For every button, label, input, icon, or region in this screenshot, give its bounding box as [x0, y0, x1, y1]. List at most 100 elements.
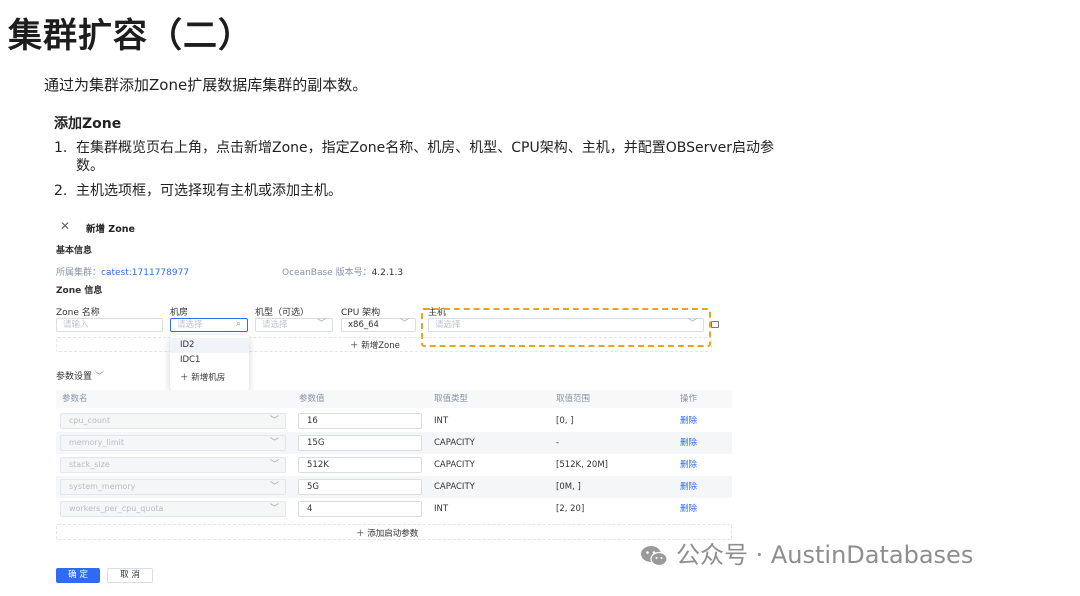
cluster-label: 所属集群：: [56, 268, 102, 278]
cpu-select[interactable]: x86_64 ﹀: [341, 318, 416, 332]
cpu-value: x86_64: [348, 320, 379, 330]
chevron-down-icon: ﹀: [269, 438, 279, 448]
param-name-select[interactable]: workers_per_cpu_quota ﹀: [60, 501, 286, 517]
step-text: 在集群概览页右上角，点击新增Zone，指定Zone名称、机房、机型、CPU架构、…: [76, 140, 775, 156]
basic-info-heading: 基本信息: [56, 246, 93, 256]
param-name: workers_per_cpu_quota: [69, 504, 164, 513]
param-range: [0M, ]: [556, 482, 581, 492]
watermark: 公众号 · AustinDatabases: [640, 535, 973, 570]
table-row: cpu_count ﹀ 16 INT [0, ] 删除: [56, 410, 732, 432]
param-value-input[interactable]: 5G: [298, 479, 422, 495]
cancel-button[interactable]: 取 消: [107, 568, 153, 583]
step-text: 主机选项框，可选择现有主机或添加主机。: [76, 183, 342, 199]
header-param-value: 参数值: [299, 394, 325, 404]
zone-name-input[interactable]: 请输入: [56, 318, 163, 332]
version-value: 4.2.1.3: [371, 268, 404, 278]
chevron-down-icon: ﹀: [269, 460, 279, 470]
confirm-button[interactable]: 确 定: [56, 568, 100, 583]
param-name-select[interactable]: system_memory ﹀: [60, 479, 286, 495]
param-name-select[interactable]: cpu_count ﹀: [60, 413, 286, 429]
intro-text: 通过为集群添加Zone扩展数据库集群的副本数。: [44, 76, 368, 94]
param-range: [2, 20]: [556, 504, 585, 514]
param-settings-toggle[interactable]: 参数设置 ﹀: [56, 369, 104, 382]
step-number: 2.: [54, 183, 68, 199]
chevron-down-icon: ﹀: [269, 416, 279, 426]
model-placeholder: 请选择: [262, 320, 288, 330]
copy-icon[interactable]: [711, 321, 719, 328]
header-action: 操作: [680, 394, 698, 404]
param-type: CAPACITY: [434, 460, 475, 470]
add-param-label: 添加启动参数: [367, 529, 419, 539]
model-label: 机型（可选）: [255, 308, 310, 318]
param-range: -: [556, 438, 560, 448]
search-icon: ⌕: [235, 319, 241, 329]
watermark-text: 公众号 · AustinDatabases: [676, 541, 974, 569]
delete-link[interactable]: 删除: [680, 410, 697, 432]
param-type: INT: [434, 504, 449, 514]
add-param-label-wrap: ＋ 添加启动参数: [356, 527, 418, 539]
delete-link[interactable]: 删除: [680, 432, 697, 454]
param-value-input[interactable]: 4: [298, 501, 422, 517]
plus-icon: ＋: [180, 373, 189, 383]
delete-link[interactable]: 删除: [680, 476, 697, 498]
add-zone-label: 新增Zone: [361, 341, 400, 351]
zone-name-label: Zone 名称: [56, 308, 100, 318]
header-value-range: 取值范围: [556, 394, 591, 404]
chevron-down-icon: ﹀: [269, 504, 279, 514]
param-name-select[interactable]: memory_limit ﹀: [60, 435, 286, 451]
param-settings-label: 参数设置: [56, 372, 93, 382]
table-row: workers_per_cpu_quota ﹀ 4 INT [2, 20] 删除: [56, 498, 732, 520]
close-icon[interactable]: ✕: [60, 219, 70, 233]
param-name: system_memory: [69, 482, 136, 491]
dialog-title: 新增 Zone: [86, 224, 135, 235]
param-name: cpu_count: [69, 416, 111, 425]
table-row: memory_limit ﹀ 15G CAPACITY - 删除: [56, 432, 732, 454]
idc-dropdown: ID2 IDC1 ＋ 新增机房: [170, 335, 249, 390]
add-idc-button[interactable]: ＋ 新增机房: [170, 371, 249, 386]
param-value-input[interactable]: 512K: [298, 457, 422, 473]
param-type: CAPACITY: [434, 438, 475, 448]
cluster-link[interactable]: catest:1711778977: [101, 268, 189, 278]
table-row: stack_size ﹀ 512K CAPACITY [512K, 20M] 删除: [56, 454, 732, 476]
section-heading: 添加Zone: [54, 116, 122, 132]
idc-label: 机房: [170, 308, 189, 318]
idc-select[interactable]: 请选择 ⌕: [170, 318, 248, 332]
idc-option[interactable]: ID2: [170, 338, 249, 353]
param-value-input[interactable]: 16: [298, 413, 422, 429]
header-param-name: 参数名: [62, 394, 88, 404]
version-info: OceanBase 版本号：4.2.1.3: [282, 265, 403, 278]
idc-option[interactable]: IDC1: [170, 353, 249, 368]
header-value-type: 取值类型: [434, 394, 469, 404]
cluster-info: 所属集群：catest:1711778977: [56, 265, 189, 278]
param-type: CAPACITY: [434, 482, 475, 492]
param-value-input[interactable]: 15G: [298, 435, 422, 451]
wechat-icon: [641, 546, 668, 567]
step-number: 1.: [54, 140, 68, 156]
chevron-down-icon: ﹀: [94, 372, 104, 382]
chevron-down-icon: ﹀: [399, 319, 409, 329]
param-table-header: 参数名 参数值 取值类型 取值范围 操作: [56, 390, 732, 408]
table-row: system_memory ﹀ 5G CAPACITY [0M, ] 删除: [56, 476, 732, 498]
plus-icon: ＋: [350, 341, 359, 351]
param-range: [0, ]: [556, 416, 574, 426]
step-2: 2. 主机选项框，可选择现有主机或添加主机。: [54, 180, 342, 200]
version-label: OceanBase 版本号：: [282, 268, 372, 278]
param-range: [512K, 20M]: [556, 460, 608, 470]
model-select[interactable]: 请选择 ﹀: [255, 318, 333, 332]
chevron-down-icon: ﹀: [316, 319, 326, 329]
idc-placeholder: 请选择: [177, 320, 203, 330]
cpu-label: CPU 架构: [341, 308, 381, 318]
chevron-down-icon: ﹀: [269, 482, 279, 492]
delete-link[interactable]: 删除: [680, 498, 697, 520]
add-idc-label: 新增机房: [191, 373, 226, 383]
slide-title: 集群扩容（二）: [8, 16, 253, 56]
step-1: 1. 在集群概览页右上角，点击新增Zone，指定Zone名称、机房、机型、CPU架…: [54, 137, 774, 157]
zone-info-heading: Zone 信息: [56, 286, 103, 296]
delete-link[interactable]: 删除: [680, 454, 697, 476]
param-type: INT: [434, 416, 449, 426]
param-name-select[interactable]: stack_size ﹀: [60, 457, 286, 473]
plus-icon: ＋: [356, 529, 365, 539]
step-1-continued: 数。: [76, 158, 104, 174]
param-name: memory_limit: [69, 438, 125, 447]
param-name: stack_size: [69, 460, 110, 469]
